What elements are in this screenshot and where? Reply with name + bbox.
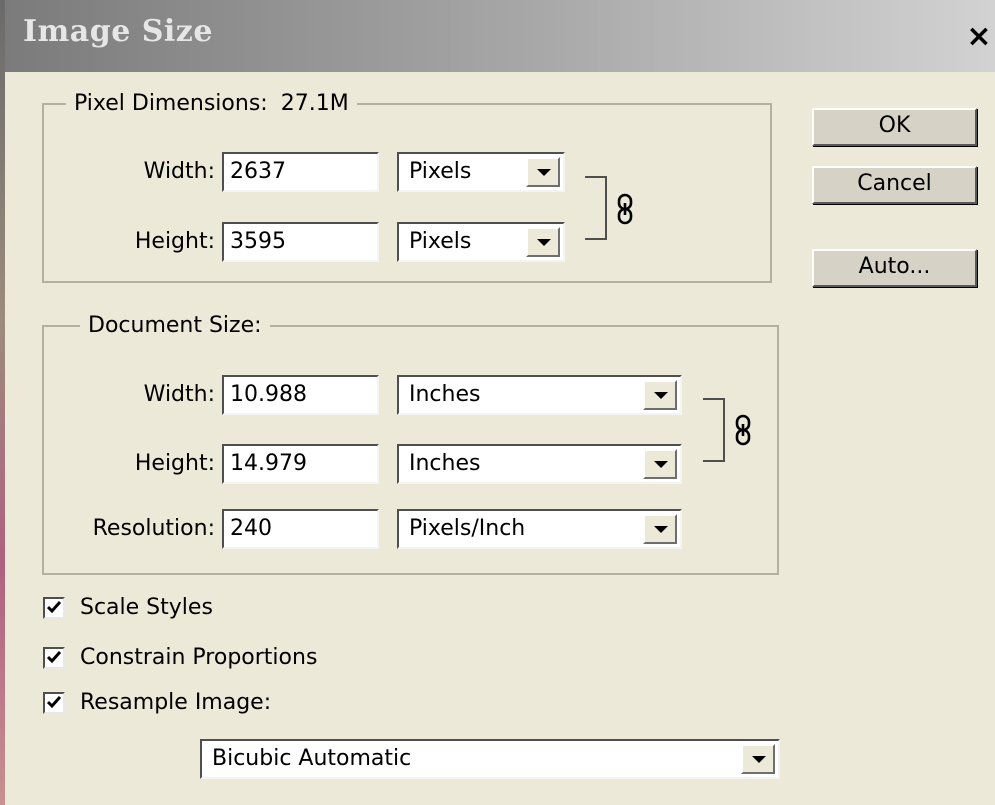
doc-height-unit-select[interactable]: Inches xyxy=(397,444,682,484)
pixel-width-input[interactable]: 2637 xyxy=(222,152,379,192)
doc-width-input[interactable]: 10.988 xyxy=(222,375,379,415)
resample-image-label[interactable]: Resample Image: xyxy=(80,689,271,717)
doc-height-label: Height: xyxy=(134,451,215,476)
checkmark-icon xyxy=(47,601,61,614)
pixel-height-input[interactable]: 3595 xyxy=(222,222,379,262)
resolution-unit-value: Pixels/Inch xyxy=(409,516,526,541)
resolution-input[interactable]: 240 xyxy=(222,509,379,549)
resolution-label: Resolution: xyxy=(92,516,215,541)
chain-link-icon xyxy=(735,414,751,446)
title-bar[interactable]: Image Size × xyxy=(5,0,995,72)
scale-styles-checkbox[interactable] xyxy=(43,597,65,619)
checkmark-icon xyxy=(47,696,61,709)
pixel-height-unit-select[interactable]: Pixels xyxy=(397,222,565,262)
chevron-down-icon[interactable] xyxy=(526,227,560,257)
doc-width-unit-value: Inches xyxy=(409,382,481,407)
auto-button[interactable]: Auto... xyxy=(812,249,977,287)
ok-button[interactable]: OK xyxy=(812,108,977,146)
pixel-dimensions-size: 27.1M xyxy=(280,91,349,116)
resample-method-select[interactable]: Bicubic Automatic xyxy=(200,739,780,779)
scale-styles-label[interactable]: Scale Styles xyxy=(80,594,213,622)
chain-link-icon xyxy=(617,193,633,225)
pixel-dimensions-label: Pixel Dimensions: xyxy=(74,91,268,116)
pixel-dimensions-legend: Pixel Dimensions: 27.1M xyxy=(66,90,357,118)
chevron-down-icon[interactable] xyxy=(643,514,677,544)
chevron-down-icon[interactable] xyxy=(643,380,677,410)
dialog-body: Pixel Dimensions: 27.1M Width: 2637 Pixe… xyxy=(5,72,995,805)
resample-method-value: Bicubic Automatic xyxy=(212,746,412,771)
pixel-width-label: Width: xyxy=(143,159,215,184)
doc-width-unit-select[interactable]: Inches xyxy=(397,375,682,415)
doc-height-input[interactable]: 14.979 xyxy=(222,444,379,484)
doc-constrain-bracket xyxy=(703,398,725,462)
pixel-constrain-bracket xyxy=(585,176,607,240)
resample-image-checkbox[interactable] xyxy=(43,692,65,714)
constrain-proportions-label[interactable]: Constrain Proportions xyxy=(80,644,317,672)
close-button[interactable]: × xyxy=(963,18,995,56)
doc-width-label: Width: xyxy=(143,382,215,407)
pixel-height-label: Height: xyxy=(134,229,215,254)
resolution-unit-select[interactable]: Pixels/Inch xyxy=(397,509,682,549)
cancel-button[interactable]: Cancel xyxy=(812,166,977,204)
pixel-width-unit-value: Pixels xyxy=(409,159,472,184)
window-title: Image Size xyxy=(23,14,213,49)
pixel-width-unit-select[interactable]: Pixels xyxy=(397,152,565,192)
doc-height-unit-value: Inches xyxy=(409,451,481,476)
document-size-legend: Document Size: xyxy=(80,312,270,340)
chevron-down-icon[interactable] xyxy=(526,157,560,187)
checkmark-icon xyxy=(47,651,61,664)
chevron-down-icon[interactable] xyxy=(741,744,775,774)
pixel-height-unit-value: Pixels xyxy=(409,229,472,254)
constrain-proportions-checkbox[interactable] xyxy=(43,647,65,669)
chevron-down-icon[interactable] xyxy=(643,449,677,479)
